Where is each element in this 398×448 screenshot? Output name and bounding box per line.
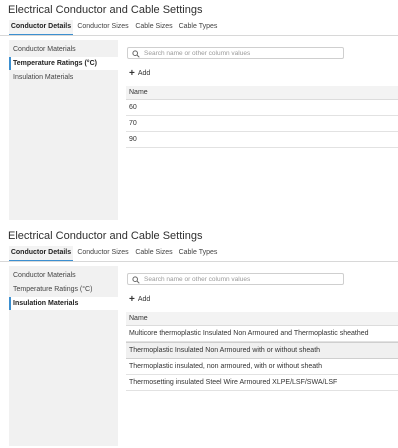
table-row[interactable]: 70 [126, 116, 398, 132]
table-row[interactable]: Thermosetting insulated Steel Wire Armou… [126, 375, 398, 391]
sidebar: Conductor Materials Temperature Ratings … [9, 266, 118, 446]
page-title: Electrical Conductor and Cable Settings [8, 230, 203, 242]
tab-cable-types[interactable]: Cable Types [177, 20, 219, 34]
sidebar-item-temperature-ratings[interactable]: Temperature Ratings (°C) [9, 283, 118, 296]
settings-panel-temperature: Electrical Conductor and Cable Settings … [0, 0, 398, 222]
sidebar-item-temperature-ratings[interactable]: Temperature Ratings (°C) [9, 57, 118, 70]
tab-conductor-sizes[interactable]: Conductor Sizes [75, 246, 131, 260]
table-row[interactable]: 90 [126, 132, 398, 148]
search-icon [132, 276, 140, 284]
values-table: Name Multicore thermoplastic Insulated N… [126, 312, 398, 391]
search-box [127, 273, 344, 285]
table-row-selected[interactable]: Thermoplastic Insulated Non Armoured wit… [126, 342, 398, 359]
table-row[interactable]: Multicore thermoplastic Insulated Non Ar… [126, 326, 398, 342]
tab-cable-sizes[interactable]: Cable Sizes [134, 20, 174, 34]
tab-conductor-details[interactable]: Conductor Details [9, 246, 73, 261]
settings-panel-insulation: Electrical Conductor and Cable Settings … [0, 226, 398, 448]
plus-icon: + [129, 294, 135, 305]
column-header-name[interactable]: Name [126, 312, 398, 326]
search-box [127, 47, 344, 59]
sidebar-item-conductor-materials[interactable]: Conductor Materials [9, 43, 118, 56]
page-title: Electrical Conductor and Cable Settings [8, 4, 203, 16]
tab-conductor-details[interactable]: Conductor Details [9, 20, 73, 35]
add-button[interactable]: + Add [129, 69, 150, 79]
search-input[interactable] [144, 48, 339, 58]
search-icon [132, 50, 140, 58]
tab-cable-types[interactable]: Cable Types [177, 246, 219, 260]
sidebar-item-conductor-materials[interactable]: Conductor Materials [9, 269, 118, 282]
tab-bar: Conductor Details Conductor Sizes Cable … [0, 20, 398, 36]
values-table: Name 60 70 90 [126, 86, 398, 148]
tab-bar: Conductor Details Conductor Sizes Cable … [0, 246, 398, 262]
tab-conductor-sizes[interactable]: Conductor Sizes [75, 20, 131, 34]
search-input[interactable] [144, 274, 339, 284]
sidebar-item-insulation-materials[interactable]: Insulation Materials [9, 297, 118, 310]
plus-icon: + [129, 68, 135, 79]
sidebar-item-insulation-materials[interactable]: Insulation Materials [9, 71, 118, 84]
column-header-name[interactable]: Name [126, 86, 398, 100]
table-row[interactable]: 60 [126, 100, 398, 116]
table-row[interactable]: Thermoplastic insulated, non armoured, w… [126, 359, 398, 375]
add-button[interactable]: + Add [129, 295, 150, 305]
sidebar: Conductor Materials Temperature Ratings … [9, 40, 118, 220]
tab-cable-sizes[interactable]: Cable Sizes [134, 246, 174, 260]
add-label: Add [137, 296, 151, 303]
add-label: Add [137, 70, 151, 77]
